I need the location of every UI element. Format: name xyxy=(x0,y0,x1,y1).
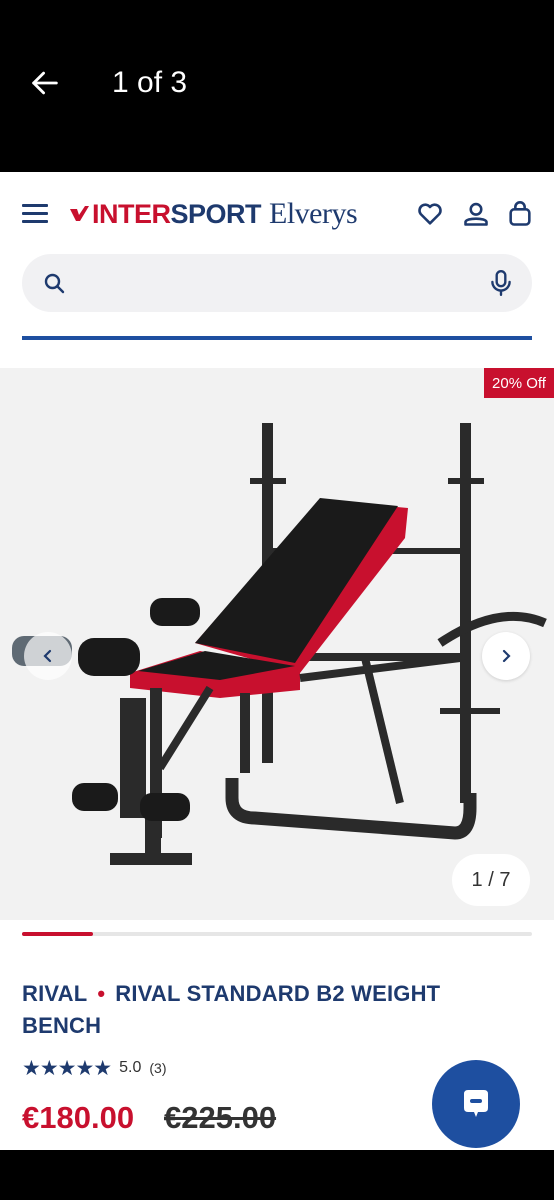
back-arrow-icon xyxy=(32,71,58,95)
bag-icon xyxy=(509,201,531,226)
search-bar[interactable] xyxy=(22,254,532,312)
microphone-icon[interactable] xyxy=(488,269,514,297)
discount-badge: 20% Off xyxy=(484,368,554,398)
back-button[interactable] xyxy=(28,66,62,100)
sale-price: €180.00 xyxy=(22,1100,135,1135)
image-viewer-header: 1 of 3 xyxy=(0,0,554,172)
logo-elverys: Elverys xyxy=(269,197,358,230)
chevron-left-icon xyxy=(43,649,52,663)
product-rating[interactable]: ★★★★★ 5.0 (3) xyxy=(22,1056,167,1080)
account-button[interactable] xyxy=(462,200,490,228)
gallery-page-indicator: 1 / 7 xyxy=(452,854,530,906)
chat-button[interactable] xyxy=(432,1060,520,1148)
search-icon xyxy=(44,273,65,294)
rating-count: (3) xyxy=(149,1060,167,1076)
site-logo[interactable]: INTER SPORT Elverys xyxy=(68,194,358,234)
cart-button[interactable] xyxy=(506,200,534,228)
logo-sport: SPORT xyxy=(170,198,262,229)
product-image xyxy=(12,423,547,865)
hamburger-icon[interactable] xyxy=(22,204,48,226)
gallery-progress-bar xyxy=(22,932,532,936)
heart-icon xyxy=(418,203,442,225)
title-separator: • xyxy=(97,981,106,1006)
user-icon xyxy=(464,202,488,226)
site-header: INTER SPORT Elverys xyxy=(0,172,554,256)
image-counter: 1 of 3 xyxy=(112,66,188,99)
product-image-gallery[interactable]: 20% Off 1 / 7 xyxy=(0,368,554,920)
original-price: €225.00 xyxy=(164,1100,277,1135)
wishlist-button[interactable] xyxy=(416,200,444,228)
chevron-right-icon xyxy=(502,649,511,663)
rating-stars: ★★★★★ xyxy=(22,1056,112,1080)
gallery-progress-fill xyxy=(22,932,94,936)
header-divider xyxy=(22,336,532,340)
product-title: RIVAL • RIVAL STANDARD B2 WEIGHT BENCH xyxy=(22,978,492,1042)
intersport-logo-mark-icon xyxy=(70,206,89,221)
image-viewer-footer xyxy=(0,1150,554,1200)
shop-page: INTER SPORT Elverys 20% Off 1 / 7 RIVAL … xyxy=(0,172,554,1150)
gallery-next-button[interactable] xyxy=(482,632,530,680)
gallery-prev-button[interactable] xyxy=(24,632,72,680)
search-input[interactable] xyxy=(82,268,482,298)
product-brand[interactable]: RIVAL xyxy=(22,981,87,1006)
rating-value: 5.0 xyxy=(119,1059,142,1076)
logo-inter: INTER xyxy=(92,198,171,229)
chat-icon xyxy=(464,1090,488,1117)
